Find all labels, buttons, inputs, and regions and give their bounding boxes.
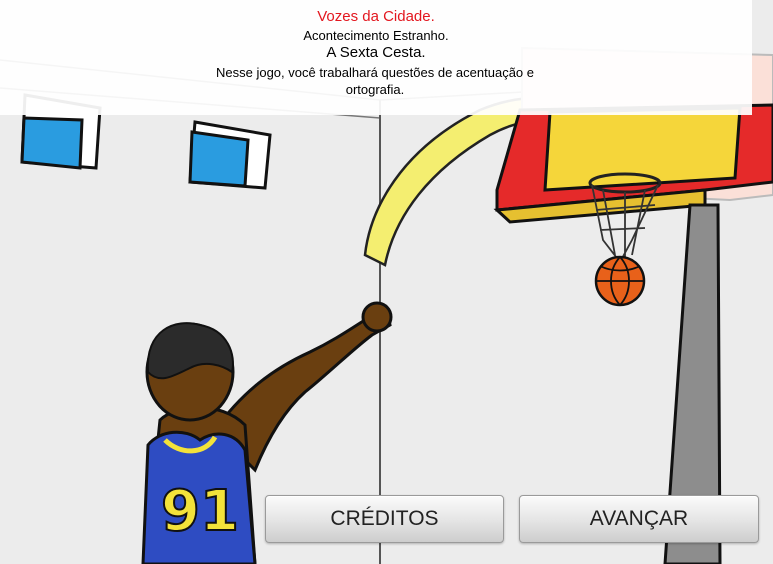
info-panel: Vozes da Cidade. Acontecimento Estranho.… [0,0,752,115]
game-title: Vozes da Cidade. [317,8,435,25]
game-subtitle: Acontecimento Estranho. [303,28,449,43]
next-button[interactable]: AVANÇAR [519,495,759,543]
window-right [188,120,272,190]
game-description: Nesse jogo, você trabalhará questões de … [216,65,534,97]
game-heading: A Sexta Cesta. [326,44,426,61]
jersey-number: 91 [161,479,239,544]
basketball [594,255,646,307]
credits-button[interactable]: CRÉDITOS [265,495,504,543]
